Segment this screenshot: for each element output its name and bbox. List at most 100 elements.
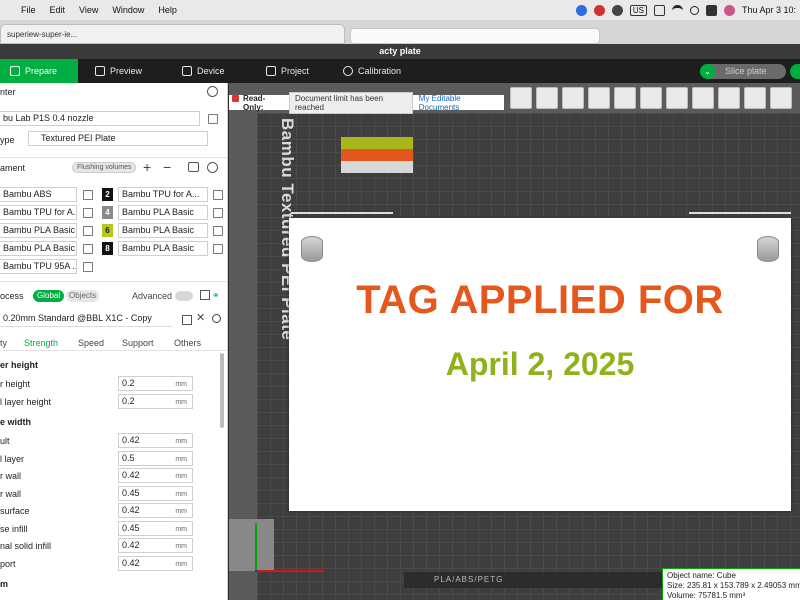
wifi-icon[interactable] [671,4,683,16]
tab-quality[interactable]: ty [0,338,7,348]
search-icon[interactable] [212,314,221,323]
tab-project[interactable]: Project [256,59,319,83]
circle-icon[interactable] [611,4,623,16]
tab-device[interactable]: Device [172,59,235,83]
edit-icon[interactable] [213,208,223,218]
filament-select[interactable]: Bambu PLA Basic [0,223,77,238]
plate-type-select[interactable]: Textured PEI Plate [28,131,208,146]
save-icon[interactable] [182,315,192,325]
settings-icon[interactable] [207,162,218,173]
menu-view[interactable]: View [72,5,105,15]
edit-icon[interactable] [83,190,93,200]
param-input[interactable]: 0.42 mm [118,555,193,571]
objects-toggle[interactable]: Objects [66,290,100,302]
display-icon[interactable] [653,4,665,16]
tab-strength[interactable]: Strength [24,338,58,348]
edit-icon[interactable] [213,226,223,236]
menu-window[interactable]: Window [105,5,151,15]
filament-select[interactable]: Bambu TPU for A... [118,187,208,202]
menubar-tray: US Thu Apr 3 10: [575,0,800,20]
orient-icon[interactable] [536,86,558,109]
slice-plate-button[interactable]: ⌄ Slice plate [700,64,786,79]
param-input[interactable]: 0.42 mm [118,433,193,448]
close-icon[interactable]: ✕ [196,311,205,324]
param-input[interactable]: 0.5 mm [118,450,193,466]
edit-icon[interactable] [208,114,218,124]
filament-slot-badge[interactable]: 6 [102,224,113,237]
split-icon[interactable] [588,86,610,109]
filament-select[interactable]: Bambu PLA Basic [118,223,208,238]
filament-select[interactable]: Bambu TPU 95A ... [0,259,77,274]
param-input[interactable]: 0.2 mm [118,376,193,391]
edit-icon[interactable] [83,244,93,254]
arrange-icon[interactable] [562,86,584,109]
edit-icon[interactable] [83,226,93,236]
edit-icon[interactable] [83,208,93,218]
param-unit: mm [175,473,187,480]
text-icon[interactable] [718,86,740,109]
viewport-tools [510,85,800,110]
tag-plate-model[interactable]: TAG APPLIED FOR April 2, 2025 [289,218,791,511]
tab-others[interactable]: Others [174,338,201,348]
search-icon[interactable] [689,5,699,15]
param-input[interactable]: 0.45 mm [118,520,193,536]
move-icon[interactable] [614,86,636,109]
filament-select[interactable]: Bambu PLA Basic [0,241,77,256]
param-unit: mm [175,560,187,568]
edit-icon[interactable] [213,244,223,254]
param-input[interactable]: 0.45 mm [118,485,193,501]
global-toggle[interactable]: Global [33,290,65,302]
input-source-indicator[interactable]: US [629,4,647,16]
remove-icon[interactable]: − [163,159,171,175]
filament-slot-badge[interactable]: 8 [102,242,113,255]
menu-help[interactable]: Help [151,5,184,15]
compare-icon[interactable] [200,290,210,300]
add-plate-icon[interactable] [510,86,532,109]
menubar-clock[interactable]: Thu Apr 3 10: [742,5,796,15]
tab-preview[interactable]: Preview [85,59,152,83]
param-input[interactable]: 0.42 mm [118,503,193,518]
param-input[interactable]: 0.42 mm [118,538,193,553]
rotate-icon[interactable] [640,86,662,109]
chevron-down-icon[interactable]: ⌄ [700,64,715,79]
add-icon[interactable]: + [143,159,151,175]
filament-select[interactable]: Bambu TPU for A... [0,205,77,220]
edit-icon[interactable] [213,190,223,200]
tab-calibration[interactable]: Calibration [333,59,411,83]
process-preset-select[interactable]: 0.20mm Standard @BBL X1C - Copy [0,312,172,327]
menu-file[interactable]: File [14,5,43,15]
editable-documents-link[interactable]: My Editable Documents [413,94,504,112]
filament-slot-badge[interactable]: 4 [102,206,113,219]
filament-slot-badge[interactable]: 2 [102,188,113,201]
param-input[interactable]: 0.2 mm [118,393,193,409]
cut-icon[interactable] [692,86,714,109]
scale-icon[interactable] [666,86,688,109]
filament-select[interactable]: Bambu PLA Basic [118,241,208,256]
scrollbar[interactable] [220,353,224,428]
control-center-icon[interactable] [705,4,717,16]
advanced-switch[interactable] [175,291,193,301]
tab-support[interactable]: Support [122,338,154,348]
menu-edit[interactable]: Edit [43,5,73,15]
filament-select[interactable]: Bambu ABS [0,187,77,202]
tab-prepare[interactable]: Prepare [0,59,78,83]
flushing-volumes-button[interactable]: Flushing volumes [72,162,137,173]
mount-pin-icon [757,236,779,262]
3d-viewport[interactable]: Read-Only: Document limit has been reach… [229,83,800,600]
record-icon[interactable] [593,4,605,16]
siri-icon[interactable] [723,4,735,16]
print-dropdown-button[interactable] [790,64,800,79]
tab-speed[interactable]: Speed [78,338,104,348]
edit-icon[interactable] [83,262,93,272]
gear-icon[interactable] [207,86,218,97]
measure-icon[interactable] [770,86,792,109]
zoom-icon[interactable] [575,4,587,16]
link-icon[interactable]: ⚭ [212,290,221,300]
sync-icon[interactable] [188,162,199,172]
paint-icon[interactable] [744,86,766,109]
param-input[interactable]: 0.42 mm [118,468,193,483]
browser-address-bar[interactable] [350,28,600,44]
printer-select[interactable]: bu Lab P1S 0.4 nozzle [0,111,200,126]
browser-tab[interactable]: superiew-super-ie... [0,24,345,44]
filament-select[interactable]: Bambu PLA Basic [118,205,208,220]
